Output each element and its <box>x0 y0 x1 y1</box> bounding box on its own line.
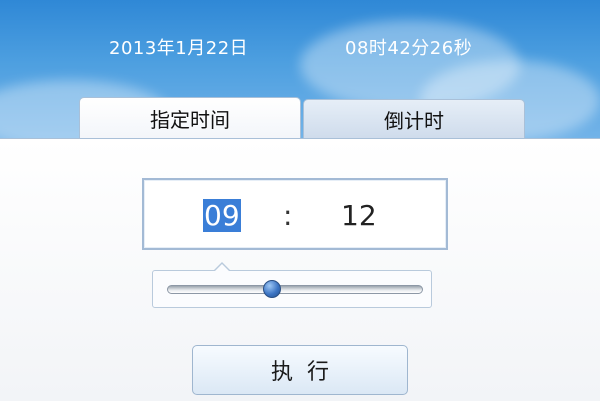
execute-button[interactable]: 执行 <box>192 345 408 395</box>
slider-callout-pointer-fill <box>214 264 230 272</box>
tab-countdown[interactable]: 倒计时 <box>303 99 525 138</box>
tab-label: 倒计时 <box>384 108 444 133</box>
tab-label: 指定时间 <box>150 107 230 132</box>
tab-scheduled-time[interactable]: 指定时间 <box>79 97 301 138</box>
execute-button-label: 执行 <box>270 360 343 385</box>
time-slider-track[interactable] <box>167 285 423 294</box>
minute-field[interactable]: 12 <box>341 199 377 232</box>
current-time: 08时42分26秒 <box>345 38 473 59</box>
time-separator: : <box>283 199 293 232</box>
current-date: 2013年1月22日 <box>109 38 249 59</box>
time-slider-thumb[interactable] <box>262 280 281 298</box>
time-input-box[interactable] <box>142 178 448 250</box>
hour-field[interactable]: 09 <box>203 199 241 232</box>
